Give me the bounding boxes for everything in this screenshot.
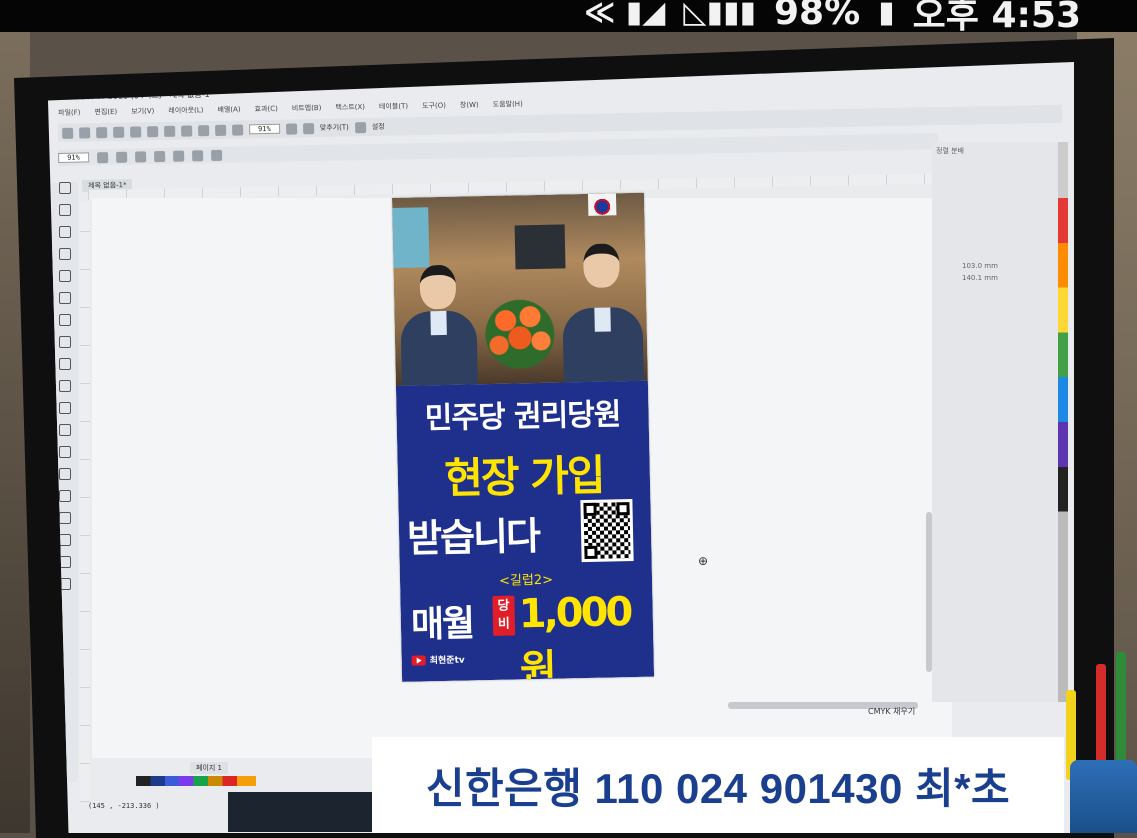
zoom-height-icon[interactable] — [210, 149, 222, 161]
save-icon[interactable] — [96, 126, 108, 138]
paste-icon[interactable] — [164, 125, 176, 137]
rulers-icon[interactable] — [302, 122, 314, 134]
eyedropper-icon[interactable] — [59, 490, 71, 502]
menu-window[interactable]: 창(W) — [460, 100, 479, 114]
artistic-media-icon[interactable] — [59, 292, 71, 304]
battery-percent: 98% — [773, 0, 861, 32]
pencil-cup — [1070, 760, 1137, 833]
menu-edit[interactable]: 편집(E) — [94, 107, 117, 121]
qr-code — [580, 499, 634, 563]
open-icon[interactable] — [79, 126, 91, 139]
docker-title: 정렬 분배 — [936, 147, 964, 155]
zoom-level-select[interactable]: 91% — [249, 123, 280, 135]
menu-help[interactable]: 도움말(H) — [493, 99, 523, 114]
pick-tool-icon[interactable] — [59, 182, 71, 194]
full-screen-icon[interactable] — [285, 122, 297, 135]
bank-account-caption: 신한은행 110 024 901430 최*초 — [372, 737, 1064, 833]
zoom-width-icon[interactable] — [191, 149, 203, 161]
zoom-selected-icon[interactable] — [134, 150, 146, 163]
undo-icon[interactable] — [181, 124, 193, 137]
phone-status-bar: ≪ ▮◢ ◺▮▮▮ 98% ▮ 오후 4:53 — [0, 0, 1137, 32]
zoom-tool-icon[interactable] — [59, 248, 71, 260]
rectangle-tool-icon[interactable] — [59, 314, 71, 326]
connector-tool-icon[interactable] — [59, 424, 71, 436]
drop-shadow-icon[interactable] — [59, 446, 71, 458]
new-icon[interactable] — [62, 127, 74, 139]
signal-icon: ◺▮▮▮ — [683, 0, 756, 30]
poster-headline: 민주당 권리당원 — [424, 397, 621, 437]
poster-subline: 받습니다 — [406, 514, 540, 561]
vertical-ruler[interactable] — [80, 202, 90, 802]
mute-icon: ≪ ▮◢ — [583, 0, 666, 30]
page-tab[interactable]: 페이지 1 — [190, 762, 228, 774]
poster-price: 1,000원 — [518, 589, 631, 682]
print-icon[interactable] — [113, 126, 125, 138]
zoom-in-icon[interactable] — [96, 151, 108, 163]
vertical-scrollbar[interactable] — [926, 512, 932, 672]
options-icon[interactable] — [354, 121, 366, 133]
clock: 오후 4:53 — [912, 0, 1081, 32]
menu-arrange[interactable]: 배열(A) — [217, 104, 240, 118]
youtube-icon — [411, 654, 426, 666]
poster-highlight: 현장 가입 — [443, 450, 604, 503]
polygon-tool-icon[interactable] — [59, 358, 71, 370]
import-icon[interactable] — [215, 124, 227, 136]
document-palette[interactable] — [136, 776, 256, 786]
flag-icon — [587, 193, 617, 216]
freehand-tool-icon[interactable] — [59, 270, 71, 282]
zoom-out-icon[interactable] — [115, 151, 127, 163]
zoom-cursor-icon: ⊕ — [698, 554, 709, 568]
fee-badge: 당 비 — [492, 595, 516, 636]
marker-green — [1116, 652, 1126, 772]
cursor-coordinates: (145 , -213.336 ) — [88, 802, 160, 810]
docker-value-height[interactable]: 140.1 mm — [932, 272, 1060, 284]
zoom-levels[interactable]: 91% — [58, 152, 89, 163]
align-docker: 정렬 분배 103.0 mm 140.1 mm — [932, 142, 1060, 702]
fill-status: CMYK 채우기 — [868, 707, 916, 716]
poster-photo — [392, 192, 648, 386]
poster-label: <길럽2> — [498, 572, 554, 589]
poster-text-panel: 민주당 권리당원 현장 가입 받습니다 <길럽2> 매월 당 비 1,000원 … — [395, 380, 655, 682]
zoom-all-icon[interactable] — [153, 150, 165, 162]
battery-icon: ▮ — [878, 0, 895, 30]
settings-label[interactable]: 설정 — [372, 122, 385, 132]
snap-to-dropdown[interactable]: 맞추기(T) — [320, 122, 349, 133]
menu-layout[interactable]: 레이아웃(L) — [168, 105, 203, 120]
menu-effects[interactable]: 효과(C) — [255, 104, 278, 118]
menu-table[interactable]: 테이블(T) — [379, 101, 408, 116]
menu-file[interactable]: 파일(F) — [58, 108, 81, 122]
zoom-page-icon[interactable] — [172, 150, 184, 162]
photo-monitor — [514, 224, 566, 270]
redo-icon[interactable] — [198, 124, 210, 136]
menu-tools[interactable]: 도구(O) — [422, 101, 446, 115]
crop-tool-icon[interactable] — [59, 226, 71, 238]
photo-window — [392, 207, 430, 268]
smart-fill-icon[interactable] — [59, 534, 71, 546]
status-bar-right: ≪ ▮◢ ◺▮▮▮ 98% ▮ 오후 4:53 — [584, 0, 1081, 32]
channel-logo: 최현준tv — [411, 653, 465, 667]
flower-plant — [484, 298, 556, 371]
transparency-icon[interactable] — [59, 468, 71, 480]
poster-artwork[interactable]: 민주당 권리당원 현장 가입 받습니다 <길럽2> 매월 당 비 1,000원 … — [392, 192, 655, 682]
person-right — [561, 243, 644, 383]
shape-tool-icon[interactable] — [59, 204, 71, 216]
color-palette[interactable] — [1058, 142, 1068, 702]
parallel-dimension-icon[interactable] — [59, 402, 71, 414]
docker-value-width[interactable]: 103.0 mm — [932, 260, 1060, 272]
channel-name: 최현준tv — [429, 655, 465, 667]
poster-monthly: 매월 — [410, 603, 474, 646]
text-tool-icon[interactable] — [59, 380, 71, 392]
menu-bitmaps[interactable]: 비트맵(B) — [292, 103, 322, 118]
cut-icon[interactable] — [130, 125, 142, 138]
menu-text[interactable]: 텍스트(X) — [335, 102, 365, 117]
copy-icon[interactable] — [147, 125, 159, 137]
ellipse-tool-icon[interactable] — [59, 336, 71, 348]
interactive-fill-icon[interactable] — [59, 512, 71, 524]
menu-view[interactable]: 보기(V) — [131, 106, 154, 120]
export-icon[interactable] — [232, 123, 244, 136]
marker-red — [1096, 664, 1106, 774]
person-left — [399, 264, 478, 386]
